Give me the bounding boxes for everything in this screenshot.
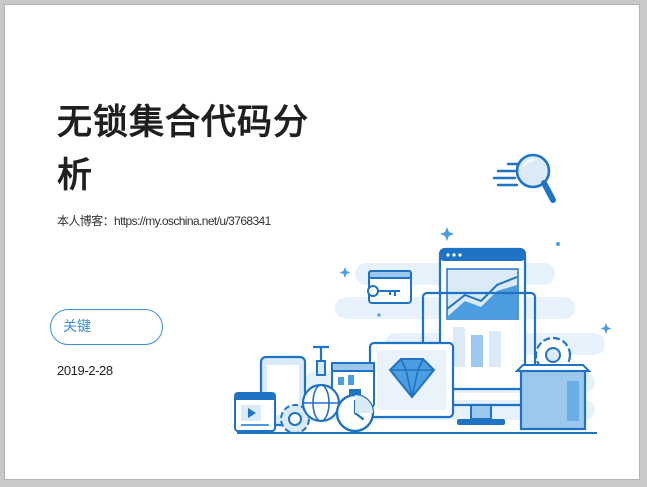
video-player-icon [234, 392, 276, 432]
magnifier-icon [492, 153, 556, 203]
diamond-monitor-icon [368, 341, 455, 419]
key-window-icon [367, 270, 412, 304]
tech-illustration [234, 153, 612, 434]
slide: 无锁集合代码分析 本人博客：https://my.oschina.net/u/3… [4, 4, 640, 480]
